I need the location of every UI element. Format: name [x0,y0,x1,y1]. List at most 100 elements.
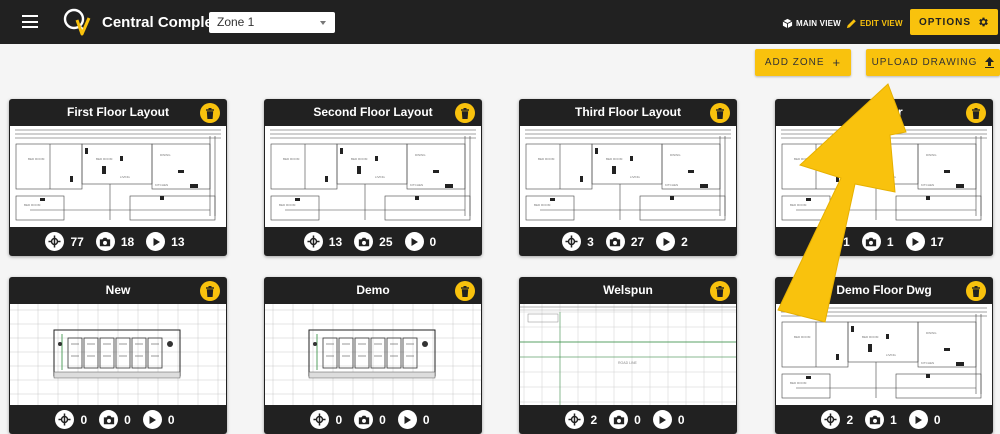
compass-pin-icon[interactable] [818,232,838,251]
drawing-card[interactable]: Demo 0 0 0 [264,277,482,434]
svg-text:BED ROOM: BED ROOM [279,203,296,207]
delete-drawing-button[interactable] [710,281,730,301]
video-count: 0 [167,412,175,427]
camera-icon[interactable] [609,410,629,429]
play-icon[interactable] [652,410,672,429]
svg-text:BED ROOM: BED ROOM [862,335,879,339]
svg-text:DINING: DINING [415,153,426,157]
camera-icon[interactable] [354,232,374,251]
compass-pin-icon[interactable] [303,232,323,251]
camera-icon[interactable] [354,410,374,429]
pin-count: 3 [587,234,594,249]
drawing-card[interactable]: First Floor Layout BED ROOM BED ROOM DINI… [9,99,227,256]
play-icon[interactable] [397,410,417,429]
card-title[interactable]: New [9,277,227,304]
card-title[interactable]: Second Floor Layout [264,99,482,126]
svg-text:BED ROOM: BED ROOM [862,157,879,161]
photo-count: 18 [120,234,135,249]
camera-icon[interactable] [861,232,881,251]
delete-drawing-button[interactable] [710,103,730,123]
add-zone-button[interactable]: ADD ZONE + [755,49,851,76]
trash-icon [205,107,215,119]
zone-dropdown-value: Zone 1 [217,15,255,29]
trash-icon [971,107,981,119]
svg-text:BED ROOM: BED ROOM [351,157,368,161]
card-stats: 0 0 0 [264,405,482,434]
camera-icon[interactable] [95,232,115,251]
options-label: OPTIONS [918,16,971,28]
svg-text:BED ROOM: BED ROOM [794,335,811,339]
app-logo [63,8,91,36]
main-view-link[interactable]: MAIN VIEW [782,18,841,29]
trash-icon [715,107,725,119]
compass-pin-icon[interactable] [821,410,841,429]
svg-text:KITCHEN: KITCHEN [921,183,934,187]
svg-text:BED ROOM: BED ROOM [534,203,551,207]
compass-pin-icon[interactable] [562,232,582,251]
drawing-card[interactable]: Third Floor Layout BED ROOM BED ROOM DINI… [519,99,737,256]
card-stats: 2 1 0 [775,405,993,434]
delete-drawing-button[interactable] [455,103,475,123]
compass-pin-icon[interactable] [310,410,330,429]
svg-text:DINING: DINING [670,153,681,157]
card-title[interactable]: Demo [264,277,482,304]
drawing-card[interactable]: Second Floor Layout BED ROOM BED ROOM DIN… [264,99,482,256]
compass-pin-icon[interactable] [565,410,585,429]
drawing-card[interactable]: Demo Floor Dwg BED ROOM BED ROOM DINING KI… [775,277,993,434]
delete-drawing-button[interactable] [966,281,986,301]
camera-icon[interactable] [99,410,119,429]
compass-pin-icon[interactable] [45,232,65,251]
video-count: 17 [930,234,944,249]
card-title[interactable]: Demo Floor Dwg [775,277,993,304]
trash-icon [460,285,470,297]
edit-view-link[interactable]: EDIT VIEW [846,18,903,29]
card-title[interactable]: Welspun [519,277,737,304]
hamburger-menu-icon[interactable] [22,15,38,28]
drawing-card[interactable]: Welspun ROAD LINE 2 0 0 [519,277,737,434]
add-zone-label: ADD ZONE [764,57,825,68]
card-stats: 77 18 13 [9,227,227,256]
delete-drawing-button[interactable] [200,103,220,123]
card-title[interactable]: Third Floor Layout [519,99,737,126]
play-icon[interactable] [404,232,424,251]
drawing-thumbnail[interactable]: BED ROOM BED ROOM DINING KITCHEN BED ROOM L… [776,304,992,405]
svg-text:KITCHEN: KITCHEN [921,361,934,365]
delete-drawing-button[interactable] [455,281,475,301]
zone-dropdown[interactable]: Zone 1 [209,12,335,33]
drawing-card[interactable]: p floor BED ROOM BED ROOM DINING KITCHEN B… [775,99,993,256]
delete-drawing-button[interactable] [966,103,986,123]
play-icon[interactable] [656,232,676,251]
main-view-label: MAIN VIEW [796,19,841,28]
upload-drawing-button[interactable]: UPLOAD DRAWING [866,49,1000,76]
svg-text:KITCHEN: KITCHEN [665,183,678,187]
card-title[interactable]: p floor [775,99,993,126]
drawing-thumbnail[interactable]: ROAD LINE [520,304,736,405]
drawing-thumbnail[interactable]: BED ROOM BED ROOM DINING KITCHEN BED ROOM L… [265,126,481,227]
photo-count: 0 [124,412,131,427]
play-icon[interactable] [905,232,925,251]
video-count: 0 [677,412,685,427]
drawing-thumbnail[interactable]: BED ROOM BED ROOM DINING KITCHEN BED ROOM L… [10,126,226,227]
drawing-thumbnail[interactable] [265,304,481,405]
delete-drawing-button[interactable] [200,281,220,301]
camera-icon[interactable] [865,410,885,429]
compass-pin-icon[interactable] [55,410,75,429]
video-count: 0 [429,234,437,249]
photo-count: 25 [379,234,393,249]
photo-count: 0 [634,412,641,427]
play-icon[interactable] [142,410,162,429]
caret-down-icon [320,21,326,25]
svg-text:KITCHEN: KITCHEN [410,183,423,187]
camera-icon[interactable] [605,232,625,251]
svg-text:BED ROOM: BED ROOM [790,381,807,385]
card-title[interactable]: First Floor Layout [9,99,227,126]
drawing-thumbnail[interactable]: BED ROOM BED ROOM DINING KITCHEN BED ROOM L… [776,126,992,227]
drawing-thumbnail[interactable]: BED ROOM BED ROOM DINING KITCHEN BED ROOM L… [520,126,736,227]
pin-count: 13 [328,234,343,249]
drawing-thumbnail[interactable] [10,304,226,405]
photo-count: 0 [379,412,386,427]
drawing-card[interactable]: New 0 0 0 [9,277,227,434]
options-button[interactable]: OPTIONS [910,9,998,35]
play-icon[interactable] [908,410,928,429]
play-icon[interactable] [146,232,166,251]
